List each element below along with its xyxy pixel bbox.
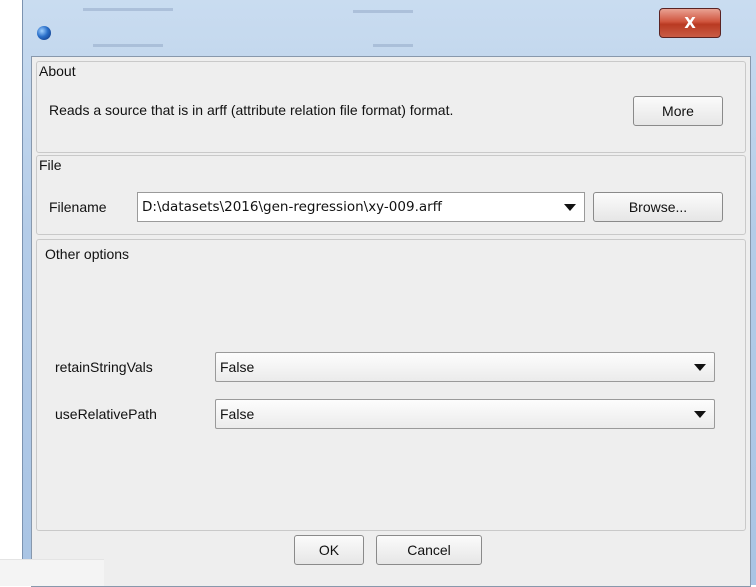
filename-combo[interactable]: D:\datasets\2016\gen-regression\xy-009.a… — [137, 192, 585, 222]
filename-label: Filename — [49, 199, 107, 215]
option-label-useRelativePath: useRelativePath — [55, 406, 157, 422]
chevron-down-icon — [694, 410, 706, 418]
cancel-button-label: Cancel — [407, 542, 451, 558]
chevron-down-icon — [694, 363, 706, 371]
close-button[interactable]: X — [659, 8, 721, 38]
ok-button-label: OK — [318, 542, 340, 558]
option-select-useRelativePath[interactable]: False — [215, 399, 715, 429]
about-legend: About — [39, 63, 76, 79]
java-cup-icon — [37, 26, 51, 40]
option-value-useRelativePath: False — [220, 406, 255, 422]
chevron-down-icon — [564, 203, 576, 211]
dialog-content: About Reads a source that is in arff (at… — [31, 56, 751, 587]
background-decoration — [353, 10, 413, 13]
close-icon: X — [684, 14, 696, 32]
background-decoration — [373, 44, 413, 47]
browse-button[interactable]: Browse... — [593, 192, 723, 222]
option-select-retainStringVals[interactable]: False — [215, 352, 715, 382]
background-patch — [0, 559, 104, 586]
cancel-button[interactable]: Cancel — [376, 535, 482, 565]
option-value-retainStringVals: False — [220, 359, 255, 375]
other-options-group: Other options retainStringVals False use… — [36, 239, 746, 531]
browse-button-label: Browse... — [628, 199, 688, 215]
file-group: File Filename D:\datasets\2016\gen-regre… — [36, 155, 746, 235]
ok-button[interactable]: OK — [294, 535, 364, 565]
about-group: About Reads a source that is in arff (at… — [36, 61, 746, 153]
option-label-retainStringVals: retainStringVals — [55, 359, 153, 375]
dialog-window: X About Reads a source that is in arff (… — [22, 0, 756, 587]
background-decoration — [83, 8, 173, 11]
file-legend: File — [39, 157, 62, 173]
more-button-label: More — [662, 103, 694, 119]
more-button[interactable]: More — [633, 96, 723, 126]
filename-value: D:\datasets\2016\gen-regression\xy-009.a… — [142, 199, 442, 215]
background-decoration — [93, 44, 163, 47]
about-description: Reads a source that is in arff (attribut… — [49, 102, 454, 118]
other-options-legend: Other options — [45, 246, 130, 262]
